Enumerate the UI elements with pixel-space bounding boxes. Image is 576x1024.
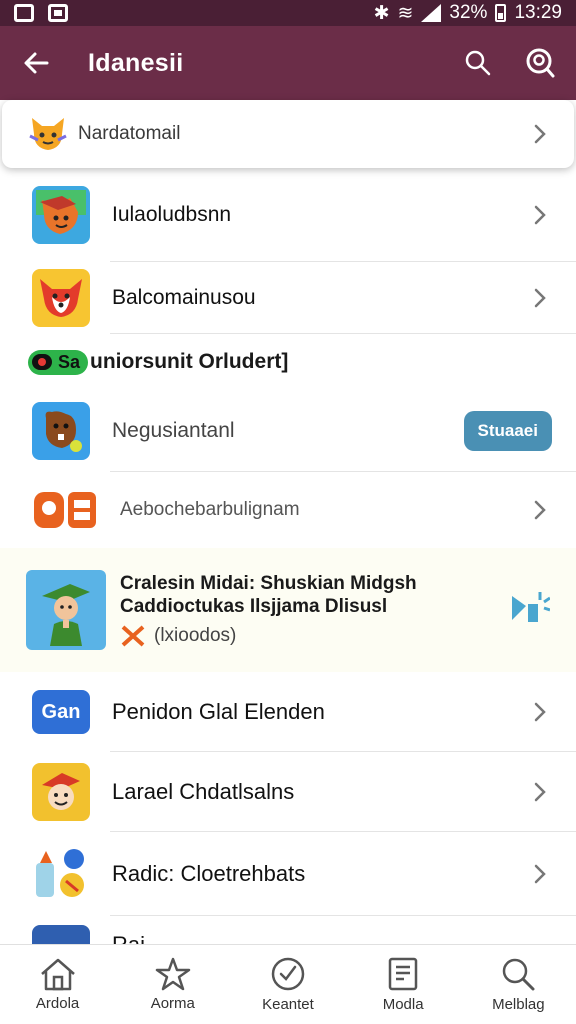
nav-documents-label: Modla [382,996,424,1013]
chevron-right-icon [528,286,552,310]
divider [110,333,576,334]
robin-hood-icon [26,570,106,650]
nav-favorites[interactable]: Aorma [123,957,223,1012]
featured-title-line2: Caddioctukas Ilsjjama Dlisusl [120,596,388,617]
section-title: uniorsunit Orludert] [90,350,289,373]
arrow-left-icon [24,52,49,74]
pinned-item-label: Nardatomail [78,123,181,144]
row-action-button[interactable]: Stuaaei [463,411,552,451]
star-icon [155,957,191,991]
nav-documents[interactable]: Modla [353,956,453,1013]
chevron-right-icon [528,498,552,522]
chevron-right-icon [528,203,552,227]
back-button[interactable] [18,45,54,81]
featured-subtitle: (lxioodos) [154,625,237,646]
bottom-navigation: Ardola Aorma Keantet Modla Melblag [0,944,576,1024]
nav-recent-label: Keantet [262,996,314,1013]
featured-title-line1: Cralesin Midai: Shuskian Midgsh [120,573,417,594]
list-item[interactable]: Gan Penidon Glal Elenden [0,672,576,752]
nav-favorites-label: Aorma [150,995,195,1012]
chevron-right-icon [528,122,552,146]
battery-icon [495,4,507,22]
chevron-right-icon [528,700,552,724]
search-button[interactable] [460,45,496,81]
list-item[interactable]: Iulaoludbsnn [0,168,576,262]
gan-icon-text: Gan [41,700,81,723]
nav-search-label: Melblag [492,996,545,1013]
list-item-label: Aebochebarbulignam [120,499,300,520]
spray-icon [32,845,90,903]
list-item-label: Negusiantanl [112,419,235,442]
list-item-label: Larael Chdatlsalns [112,779,295,804]
share-button[interactable] [510,590,551,631]
list-item[interactable]: Negusiantanl Stuaaei [0,390,576,472]
gallery-notification-icon [14,4,34,22]
pinned-item[interactable]: Nardatomail [2,100,574,168]
section-badge-label: Sa [58,351,81,372]
list-item[interactable]: Radic: Cloetrehbats [0,832,576,916]
account-search-button[interactable] [522,45,558,81]
hat-character-icon [32,763,90,821]
list-item[interactable]: Balcomainusou [0,262,576,334]
chevron-right-icon [528,862,552,886]
clock-time: 13:29 [514,2,562,23]
orange-blocks-icon [32,481,98,539]
chevron-right-icon [528,780,552,804]
document-icon [388,957,418,991]
app-bar: Idanesii [0,26,576,100]
nav-recent[interactable]: Keantet [238,956,338,1013]
gan-icon: Gan [32,690,90,734]
list-item[interactable]: Larael Chdatlsalns [0,752,576,832]
crossed-swords-icon [121,625,145,647]
list-item-label: Balcomainusou [112,286,256,309]
nav-home[interactable]: Ardola [8,957,108,1012]
home-icon [40,958,75,991]
bluetooth-icon: ✱ [373,2,390,24]
nav-home-label: Ardola [35,995,80,1012]
signal-icon [421,4,442,22]
featured-item[interactable]: Cralesin Midai: Shuskian Midgsh Caddioct… [0,548,576,672]
wifi-icon: ≋ [397,2,414,24]
list-item-label: Penidon Glal Elenden [112,699,325,724]
profile-search-icon [526,48,555,78]
list-item-label: Iulaoludbsnn [112,203,232,226]
list-item-label: Radic: Cloetrehbats [112,861,306,886]
nav-search[interactable]: Melblag [468,956,568,1013]
status-bar: ✱ ≋ 32% 13:29 [0,0,576,26]
search-icon [465,50,491,76]
share-icon [512,591,551,622]
section-badge: Sa [28,349,89,375]
eye-icon [32,354,52,370]
cat-face-icon [29,118,67,150]
search-icon [503,958,535,991]
clock-icon [271,957,305,991]
app-notification-icon [48,4,68,22]
item-list: Iulaoludbsnn Balcomainusou Sa uniorsunit… [0,168,576,956]
section-header: Sa uniorsunit Orludert] [0,334,576,390]
red-fox-icon [32,269,90,327]
page-title: Idanesii [88,48,184,77]
fox-icon [32,186,90,244]
list-item[interactable]: Aebochebarbulignam [0,472,576,548]
battery-percent: 32% [449,2,488,23]
beaver-icon [32,402,90,460]
